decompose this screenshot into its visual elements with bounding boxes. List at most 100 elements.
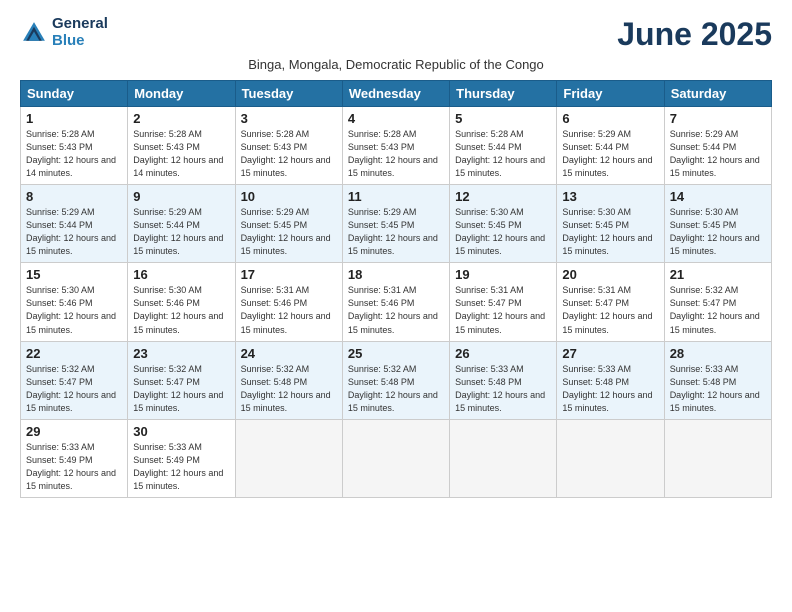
day-number: 12	[455, 189, 551, 204]
day-number: 23	[133, 346, 229, 361]
calendar-cell: 11 Sunrise: 5:29 AMSunset: 5:45 PMDaylig…	[342, 185, 449, 263]
day-number: 13	[562, 189, 658, 204]
day-info: Sunrise: 5:29 AMSunset: 5:44 PMDaylight:…	[562, 129, 652, 178]
calendar-cell: 1 Sunrise: 5:28 AMSunset: 5:43 PMDayligh…	[21, 107, 128, 185]
day-info: Sunrise: 5:33 AMSunset: 5:48 PMDaylight:…	[562, 364, 652, 413]
day-info: Sunrise: 5:32 AMSunset: 5:47 PMDaylight:…	[133, 364, 223, 413]
day-info: Sunrise: 5:28 AMSunset: 5:43 PMDaylight:…	[133, 129, 223, 178]
day-number: 6	[562, 111, 658, 126]
day-info: Sunrise: 5:28 AMSunset: 5:43 PMDaylight:…	[26, 129, 116, 178]
day-number: 11	[348, 189, 444, 204]
calendar-cell	[557, 419, 664, 497]
column-header-wednesday: Wednesday	[342, 81, 449, 107]
week-row-1: 1 Sunrise: 5:28 AMSunset: 5:43 PMDayligh…	[21, 107, 772, 185]
day-info: Sunrise: 5:32 AMSunset: 5:47 PMDaylight:…	[26, 364, 116, 413]
calendar-cell: 15 Sunrise: 5:30 AMSunset: 5:46 PMDaylig…	[21, 263, 128, 341]
calendar-cell: 6 Sunrise: 5:29 AMSunset: 5:44 PMDayligh…	[557, 107, 664, 185]
day-info: Sunrise: 5:33 AMSunset: 5:49 PMDaylight:…	[26, 442, 116, 491]
column-header-thursday: Thursday	[450, 81, 557, 107]
day-info: Sunrise: 5:28 AMSunset: 5:43 PMDaylight:…	[348, 129, 438, 178]
day-number: 30	[133, 424, 229, 439]
calendar-cell: 14 Sunrise: 5:30 AMSunset: 5:45 PMDaylig…	[664, 185, 771, 263]
day-info: Sunrise: 5:33 AMSunset: 5:48 PMDaylight:…	[455, 364, 545, 413]
day-number: 3	[241, 111, 337, 126]
day-number: 2	[133, 111, 229, 126]
day-number: 21	[670, 267, 766, 282]
calendar-cell: 7 Sunrise: 5:29 AMSunset: 5:44 PMDayligh…	[664, 107, 771, 185]
day-number: 28	[670, 346, 766, 361]
calendar-cell: 19 Sunrise: 5:31 AMSunset: 5:47 PMDaylig…	[450, 263, 557, 341]
day-number: 25	[348, 346, 444, 361]
day-number: 9	[133, 189, 229, 204]
day-number: 4	[348, 111, 444, 126]
day-info: Sunrise: 5:32 AMSunset: 5:47 PMDaylight:…	[670, 285, 760, 334]
calendar-cell	[450, 419, 557, 497]
day-number: 18	[348, 267, 444, 282]
calendar-cell: 29 Sunrise: 5:33 AMSunset: 5:49 PMDaylig…	[21, 419, 128, 497]
calendar-cell: 20 Sunrise: 5:31 AMSunset: 5:47 PMDaylig…	[557, 263, 664, 341]
calendar-cell: 5 Sunrise: 5:28 AMSunset: 5:44 PMDayligh…	[450, 107, 557, 185]
calendar-cell: 27 Sunrise: 5:33 AMSunset: 5:48 PMDaylig…	[557, 341, 664, 419]
column-header-saturday: Saturday	[664, 81, 771, 107]
calendar-cell: 9 Sunrise: 5:29 AMSunset: 5:44 PMDayligh…	[128, 185, 235, 263]
calendar-cell	[664, 419, 771, 497]
day-info: Sunrise: 5:32 AMSunset: 5:48 PMDaylight:…	[348, 364, 438, 413]
calendar-cell: 23 Sunrise: 5:32 AMSunset: 5:47 PMDaylig…	[128, 341, 235, 419]
day-info: Sunrise: 5:29 AMSunset: 5:44 PMDaylight:…	[26, 207, 116, 256]
week-row-3: 15 Sunrise: 5:30 AMSunset: 5:46 PMDaylig…	[21, 263, 772, 341]
day-info: Sunrise: 5:28 AMSunset: 5:43 PMDaylight:…	[241, 129, 331, 178]
calendar-cell: 4 Sunrise: 5:28 AMSunset: 5:43 PMDayligh…	[342, 107, 449, 185]
day-info: Sunrise: 5:31 AMSunset: 5:47 PMDaylight:…	[562, 285, 652, 334]
day-number: 19	[455, 267, 551, 282]
calendar-cell: 26 Sunrise: 5:33 AMSunset: 5:48 PMDaylig…	[450, 341, 557, 419]
day-number: 17	[241, 267, 337, 282]
calendar-cell: 16 Sunrise: 5:30 AMSunset: 5:46 PMDaylig…	[128, 263, 235, 341]
calendar-cell: 10 Sunrise: 5:29 AMSunset: 5:45 PMDaylig…	[235, 185, 342, 263]
day-info: Sunrise: 5:31 AMSunset: 5:46 PMDaylight:…	[348, 285, 438, 334]
calendar-cell: 8 Sunrise: 5:29 AMSunset: 5:44 PMDayligh…	[21, 185, 128, 263]
calendar-cell: 12 Sunrise: 5:30 AMSunset: 5:45 PMDaylig…	[450, 185, 557, 263]
column-header-tuesday: Tuesday	[235, 81, 342, 107]
day-info: Sunrise: 5:29 AMSunset: 5:44 PMDaylight:…	[670, 129, 760, 178]
calendar-cell: 17 Sunrise: 5:31 AMSunset: 5:46 PMDaylig…	[235, 263, 342, 341]
calendar-cell: 21 Sunrise: 5:32 AMSunset: 5:47 PMDaylig…	[664, 263, 771, 341]
calendar-cell: 13 Sunrise: 5:30 AMSunset: 5:45 PMDaylig…	[557, 185, 664, 263]
calendar-cell: 25 Sunrise: 5:32 AMSunset: 5:48 PMDaylig…	[342, 341, 449, 419]
week-row-5: 29 Sunrise: 5:33 AMSunset: 5:49 PMDaylig…	[21, 419, 772, 497]
day-info: Sunrise: 5:33 AMSunset: 5:48 PMDaylight:…	[670, 364, 760, 413]
week-row-2: 8 Sunrise: 5:29 AMSunset: 5:44 PMDayligh…	[21, 185, 772, 263]
day-number: 5	[455, 111, 551, 126]
calendar-cell: 24 Sunrise: 5:32 AMSunset: 5:48 PMDaylig…	[235, 341, 342, 419]
day-number: 29	[26, 424, 122, 439]
month-title: June 2025	[617, 16, 772, 53]
day-info: Sunrise: 5:31 AMSunset: 5:47 PMDaylight:…	[455, 285, 545, 334]
day-number: 7	[670, 111, 766, 126]
calendar: SundayMondayTuesdayWednesdayThursdayFrid…	[20, 80, 772, 498]
day-info: Sunrise: 5:29 AMSunset: 5:45 PMDaylight:…	[348, 207, 438, 256]
day-number: 26	[455, 346, 551, 361]
day-info: Sunrise: 5:29 AMSunset: 5:45 PMDaylight:…	[241, 207, 331, 256]
column-header-sunday: Sunday	[21, 81, 128, 107]
calendar-cell: 28 Sunrise: 5:33 AMSunset: 5:48 PMDaylig…	[664, 341, 771, 419]
header-row: SundayMondayTuesdayWednesdayThursdayFrid…	[21, 81, 772, 107]
day-number: 1	[26, 111, 122, 126]
calendar-cell: 3 Sunrise: 5:28 AMSunset: 5:43 PMDayligh…	[235, 107, 342, 185]
calendar-cell: 22 Sunrise: 5:32 AMSunset: 5:47 PMDaylig…	[21, 341, 128, 419]
day-info: Sunrise: 5:30 AMSunset: 5:45 PMDaylight:…	[455, 207, 545, 256]
day-number: 8	[26, 189, 122, 204]
day-number: 16	[133, 267, 229, 282]
day-number: 20	[562, 267, 658, 282]
day-number: 10	[241, 189, 337, 204]
calendar-cell: 30 Sunrise: 5:33 AMSunset: 5:49 PMDaylig…	[128, 419, 235, 497]
day-number: 22	[26, 346, 122, 361]
page: General Blue June 2025 Binga, Mongala, D…	[0, 0, 792, 612]
logo-text: General Blue	[52, 16, 108, 49]
calendar-cell: 2 Sunrise: 5:28 AMSunset: 5:43 PMDayligh…	[128, 107, 235, 185]
day-info: Sunrise: 5:30 AMSunset: 5:45 PMDaylight:…	[670, 207, 760, 256]
day-info: Sunrise: 5:33 AMSunset: 5:49 PMDaylight:…	[133, 442, 223, 491]
day-number: 27	[562, 346, 658, 361]
day-info: Sunrise: 5:31 AMSunset: 5:46 PMDaylight:…	[241, 285, 331, 334]
logo: General Blue	[20, 16, 108, 49]
day-number: 14	[670, 189, 766, 204]
day-info: Sunrise: 5:29 AMSunset: 5:44 PMDaylight:…	[133, 207, 223, 256]
